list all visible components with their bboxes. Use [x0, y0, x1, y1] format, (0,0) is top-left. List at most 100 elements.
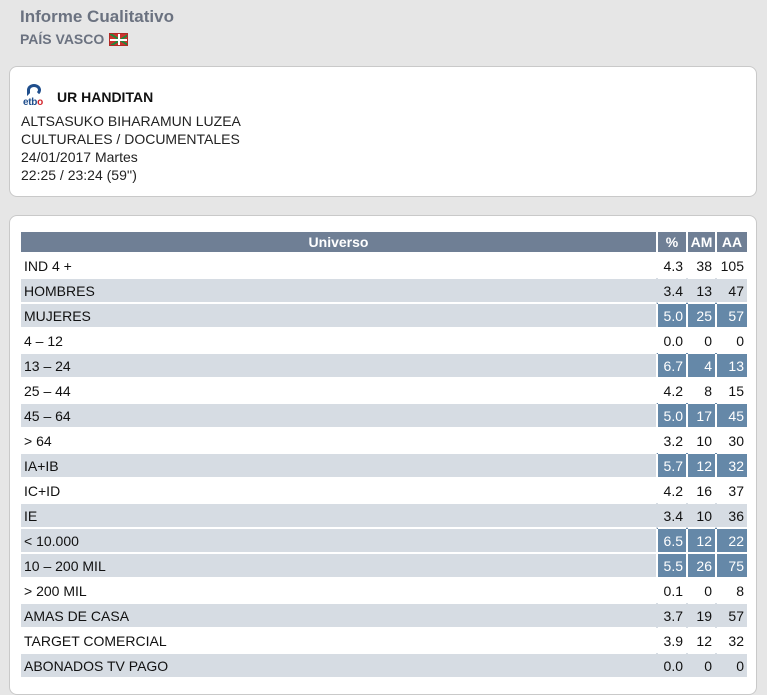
row-pct: 3.7 — [657, 602, 687, 628]
row-pct: 4.2 — [657, 477, 687, 503]
row-aa: 105 — [716, 252, 747, 278]
table-header-row: Universo % AM AA — [21, 232, 747, 253]
basque-flag-icon — [109, 32, 129, 46]
row-label: IE — [21, 502, 657, 528]
row-label: AMAS DE CASA — [21, 602, 657, 628]
row-am: 10 — [687, 427, 716, 453]
table-row: > 200 MIL 0.1 0 8 — [21, 577, 747, 603]
row-am: 38 — [687, 252, 716, 278]
row-am: 13 — [687, 277, 716, 303]
row-am: 25 — [686, 302, 716, 328]
row-aa: 13 — [715, 352, 747, 378]
row-aa: 45 — [715, 402, 747, 428]
row-am: 17 — [686, 402, 716, 428]
row-am: 12 — [686, 452, 716, 478]
row-pct: 5.0 — [656, 302, 687, 328]
row-label: 25 – 44 — [21, 377, 657, 403]
row-pct: 6.5 — [656, 527, 687, 553]
table-row: 25 – 44 4.2 8 15 — [21, 377, 747, 403]
audience-table-card: Universo % AM AA IND 4 +4.3 38 105 HOMBRES 3… — [9, 215, 757, 695]
row-am: 0 — [687, 577, 716, 603]
table-row: 45 – 64 5.0 17 45 — [21, 402, 747, 428]
row-pct: 4.2 — [657, 377, 687, 403]
row-aa: 0 — [716, 327, 747, 353]
row-label: > 200 MIL — [21, 577, 657, 603]
row-label: ABONADOS TV PAGO — [21, 652, 657, 677]
table-row: AMAS DE CASA 3.7 19 57 — [21, 602, 747, 628]
row-am: 12 — [686, 527, 716, 553]
table-row: IE 3.4 10 36 — [21, 502, 747, 528]
row-aa: 22 — [715, 527, 747, 553]
row-pct: 0.1 — [657, 577, 687, 603]
program-info-card: etbo UR HANDITAN ALTSASUKO BIHARAMUN LUZ… — [9, 66, 757, 197]
row-aa: 57 — [716, 602, 747, 628]
row-label: 4 – 12 — [21, 327, 657, 353]
row-am: 0 — [687, 652, 716, 677]
row-pct: 5.7 — [656, 452, 687, 478]
row-am: 0 — [687, 327, 716, 353]
row-aa: 8 — [716, 577, 747, 603]
row-pct: 3.4 — [657, 502, 687, 528]
row-label: IC+ID — [21, 477, 657, 503]
program-header: etbo UR HANDITAN — [23, 84, 153, 110]
table-row: > 64 3.2 10 30 — [21, 427, 747, 453]
page-title: Informe Cualitativo — [20, 7, 174, 26]
row-pct: 3.2 — [657, 427, 687, 453]
row-label: > 64 — [21, 427, 657, 453]
broadcast-date: 24/01/2017 Martes — [21, 149, 138, 165]
row-label: HOMBRES — [21, 277, 657, 303]
row-aa: 47 — [716, 277, 747, 303]
row-label: 13 – 24 — [21, 352, 657, 378]
row-pct: 4.3 — [657, 252, 687, 278]
row-am: 8 — [687, 377, 716, 403]
column-header-pct: % — [657, 232, 688, 253]
etb-logo-icon: etbo — [23, 84, 47, 110]
table-row: MUJERES 5.0 25 57 — [21, 302, 747, 328]
table-row: 4 – 12 0.0 0 0 — [21, 327, 747, 353]
row-pct: 0.0 — [657, 327, 687, 353]
column-header-universo: Universo — [21, 232, 658, 253]
region-name: PAÍS VASCO — [20, 31, 105, 47]
row-am: 10 — [687, 502, 716, 528]
row-label: TARGET COMERCIAL — [21, 627, 657, 653]
row-aa: 75 — [715, 552, 747, 578]
region-label: PAÍS VASCO — [20, 31, 129, 47]
row-pct: 5.5 — [656, 552, 687, 578]
row-aa: 57 — [715, 302, 747, 328]
row-aa: 30 — [716, 427, 747, 453]
column-header-am: AM — [687, 232, 717, 253]
row-aa: 36 — [716, 502, 747, 528]
table-row: 10 – 200 MIL 5.5 26 75 — [21, 552, 747, 578]
table-row: IC+ID 4.2 16 37 — [21, 477, 747, 503]
row-am: 19 — [687, 602, 716, 628]
table-row: TARGET COMERCIAL 3.9 12 32 — [21, 627, 747, 653]
row-pct: 3.4 — [657, 277, 687, 303]
episode-title: ALTSASUKO BIHARAMUN LUZEA — [21, 113, 241, 129]
row-label: MUJERES — [21, 302, 657, 328]
row-pct: 3.9 — [657, 627, 687, 653]
row-label: 10 – 200 MIL — [21, 552, 657, 578]
row-label: 45 – 64 — [21, 402, 657, 428]
row-pct: 6.7 — [656, 352, 687, 378]
table-row: 13 – 24 6.7 4 13 — [21, 352, 747, 378]
row-aa: 37 — [716, 477, 747, 503]
row-aa: 15 — [716, 377, 747, 403]
column-header-aa: AA — [716, 232, 747, 253]
row-am: 16 — [687, 477, 716, 503]
row-aa: 32 — [715, 452, 747, 478]
row-am: 12 — [687, 627, 716, 653]
table-row: < 10.000 6.5 12 22 — [21, 527, 747, 553]
row-aa: 0 — [716, 652, 747, 677]
table-row: HOMBRES 3.4 13 47 — [21, 277, 747, 303]
program-name: UR HANDITAN — [57, 89, 154, 105]
row-label: < 10.000 — [21, 527, 657, 553]
row-am: 4 — [686, 352, 716, 378]
table-row: IND 4 +4.3 38 105 — [21, 252, 747, 278]
program-genre: CULTURALES / DOCUMENTALES — [21, 131, 240, 147]
row-pct: 5.0 — [656, 402, 687, 428]
audience-table: Universo % AM AA IND 4 +4.3 38 105 HOMBRES 3… — [21, 232, 747, 677]
row-aa: 32 — [716, 627, 747, 653]
table-row: IA+IB 5.7 12 32 — [21, 452, 747, 478]
row-am: 26 — [686, 552, 716, 578]
broadcast-time: 22:25 / 23:24 (59'') — [21, 167, 137, 183]
